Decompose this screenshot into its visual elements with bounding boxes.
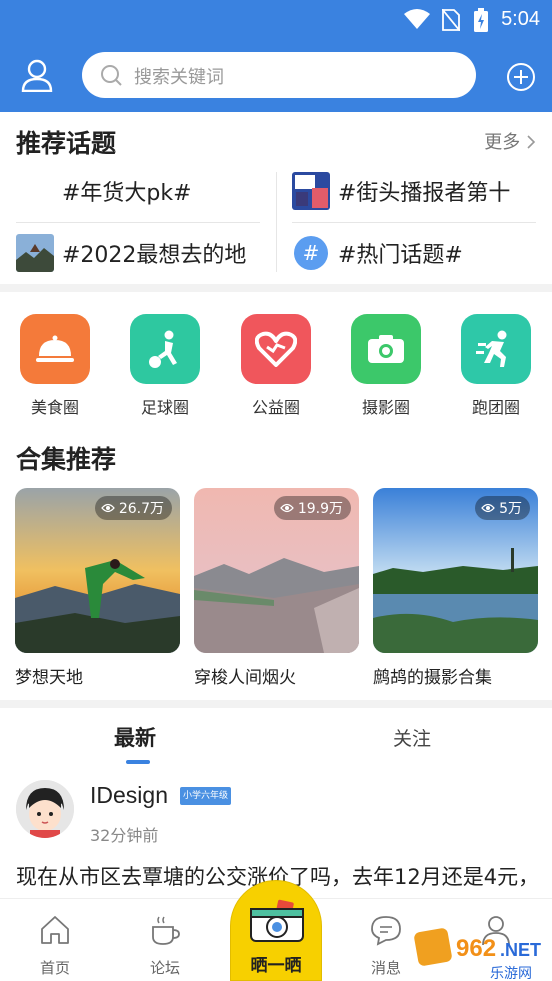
topic-label: #年货大pk# bbox=[62, 181, 192, 206]
home-icon bbox=[41, 916, 69, 944]
watermark-logo: 962 .NET 乐游网 bbox=[414, 928, 541, 981]
circle-photography[interactable]: 摄影圈 bbox=[341, 314, 431, 418]
collection-name: 梦想天地 bbox=[15, 668, 83, 688]
status-time: 5:04 bbox=[501, 8, 540, 30]
more-link[interactable]: 更多 bbox=[484, 128, 536, 154]
add-icon[interactable] bbox=[506, 62, 536, 92]
chat-bubble-icon bbox=[371, 916, 401, 946]
view-count: 26.7万 bbox=[118, 501, 164, 517]
more-label: 更多 bbox=[484, 132, 521, 153]
hashtag-icon: # bbox=[292, 234, 330, 272]
svg-text:#: # bbox=[303, 241, 320, 265]
topic-thumbnail bbox=[292, 172, 330, 210]
collection-image: 5万 bbox=[373, 488, 538, 653]
collection-card[interactable]: 5万 鹧鸪的摄影合集 bbox=[373, 488, 538, 688]
circle-football[interactable]: 足球圈 bbox=[120, 314, 210, 418]
circle-label: 美食圈 bbox=[30, 398, 79, 417]
search-icon bbox=[101, 65, 122, 86]
camera-icon bbox=[250, 899, 304, 942]
eye-icon bbox=[100, 503, 115, 513]
view-count: 19.9万 bbox=[297, 501, 343, 517]
circle-running[interactable]: 跑团圈 bbox=[451, 314, 541, 418]
status-bar: 5:04 bbox=[0, 0, 552, 40]
divider bbox=[276, 172, 277, 272]
circle-food[interactable]: 美食圈 bbox=[10, 314, 100, 418]
circle-label: 公益圈 bbox=[251, 398, 300, 417]
svg-text:乐游网: 乐游网 bbox=[490, 966, 532, 981]
topic-item[interactable]: # #热门话题# bbox=[292, 226, 463, 280]
circles-and-collections: 美食圈 足球圈 公益圈 摄影圈 跑团圈 合集推荐 26.7万 梦想天地 19.9… bbox=[0, 292, 552, 700]
view-count-badge: 5万 bbox=[475, 496, 530, 520]
wifi-icon bbox=[404, 9, 430, 29]
divider bbox=[16, 222, 260, 223]
nav-forum[interactable]: 论坛 bbox=[125, 913, 205, 978]
collection-image: 26.7万 bbox=[15, 488, 180, 653]
runner-icon bbox=[461, 314, 531, 384]
collection-name: 穿梭人间烟火 bbox=[194, 668, 296, 688]
circle-label: 跑团圈 bbox=[471, 398, 520, 417]
post-time: 32分钟前 bbox=[90, 826, 159, 845]
topic-label: #热门话题# bbox=[338, 243, 463, 268]
view-count-badge: 19.9万 bbox=[273, 496, 351, 520]
circle-label: 足球圈 bbox=[140, 398, 189, 417]
app-header: 5:04 搜索关键词 bbox=[0, 0, 552, 112]
post-photo-label: 晒一晒 bbox=[250, 956, 302, 976]
svg-text:962: 962 bbox=[456, 935, 496, 962]
circle-charity[interactable]: 公益圈 bbox=[231, 314, 321, 418]
nav-home[interactable]: 首页 bbox=[15, 913, 95, 978]
svg-text:.NET: .NET bbox=[500, 940, 541, 960]
topic-label: #街头播报者第十 bbox=[338, 181, 511, 206]
topic-thumbnail bbox=[16, 234, 54, 272]
coffee-cup-icon bbox=[152, 916, 180, 945]
tab-latest[interactable]: 最新 bbox=[114, 722, 156, 752]
active-tab-indicator bbox=[126, 760, 150, 764]
recommended-topics-card: 推荐话题 更多 #年货大pk# #街头播报者第十 #2022最想去的地 # #热… bbox=[0, 112, 552, 284]
topic-item[interactable]: #年货大pk# bbox=[62, 164, 192, 218]
search-placeholder: 搜索关键词 bbox=[134, 67, 224, 88]
topic-label: #2022最想去的地 bbox=[62, 243, 247, 268]
heart-hands-icon bbox=[241, 314, 311, 384]
user-profile-icon[interactable] bbox=[20, 58, 54, 92]
nav-label: 论坛 bbox=[149, 959, 180, 977]
battery-charging-icon bbox=[474, 8, 488, 32]
eye-icon bbox=[279, 503, 294, 513]
eye-icon bbox=[481, 503, 495, 513]
chevron-right-icon bbox=[527, 135, 536, 149]
collection-card[interactable]: 26.7万 梦想天地 bbox=[15, 488, 180, 688]
collection-card[interactable]: 19.9万 穿梭人间烟火 bbox=[194, 488, 359, 688]
post-username[interactable]: IDesign bbox=[90, 782, 168, 809]
view-count-badge: 26.7万 bbox=[94, 496, 172, 520]
topic-item[interactable]: #街头播报者第十 bbox=[292, 164, 510, 218]
camera-icon bbox=[351, 314, 421, 384]
level-badge: 小学六年级 bbox=[180, 787, 232, 805]
collection-name: 鹧鸪的摄影合集 bbox=[373, 668, 492, 688]
no-sim-icon bbox=[442, 9, 460, 31]
nav-label: 首页 bbox=[39, 959, 70, 977]
tab-following[interactable]: 关注 bbox=[393, 724, 431, 751]
topics-title: 推荐话题 bbox=[16, 129, 117, 158]
football-player-icon bbox=[130, 314, 200, 384]
collection-image: 19.9万 bbox=[194, 488, 359, 653]
top-bar: 搜索关键词 bbox=[0, 48, 552, 104]
view-count: 5万 bbox=[499, 501, 522, 517]
collections-title: 合集推荐 bbox=[16, 445, 117, 474]
avatar[interactable] bbox=[16, 780, 74, 838]
divider bbox=[292, 222, 536, 223]
post-photo-button[interactable]: 晒一晒 bbox=[230, 880, 322, 981]
search-input[interactable]: 搜索关键词 bbox=[82, 52, 476, 98]
food-cloche-icon bbox=[20, 314, 90, 384]
topic-item[interactable]: #2022最想去的地 bbox=[16, 226, 246, 280]
circle-label: 摄影圈 bbox=[361, 398, 410, 417]
